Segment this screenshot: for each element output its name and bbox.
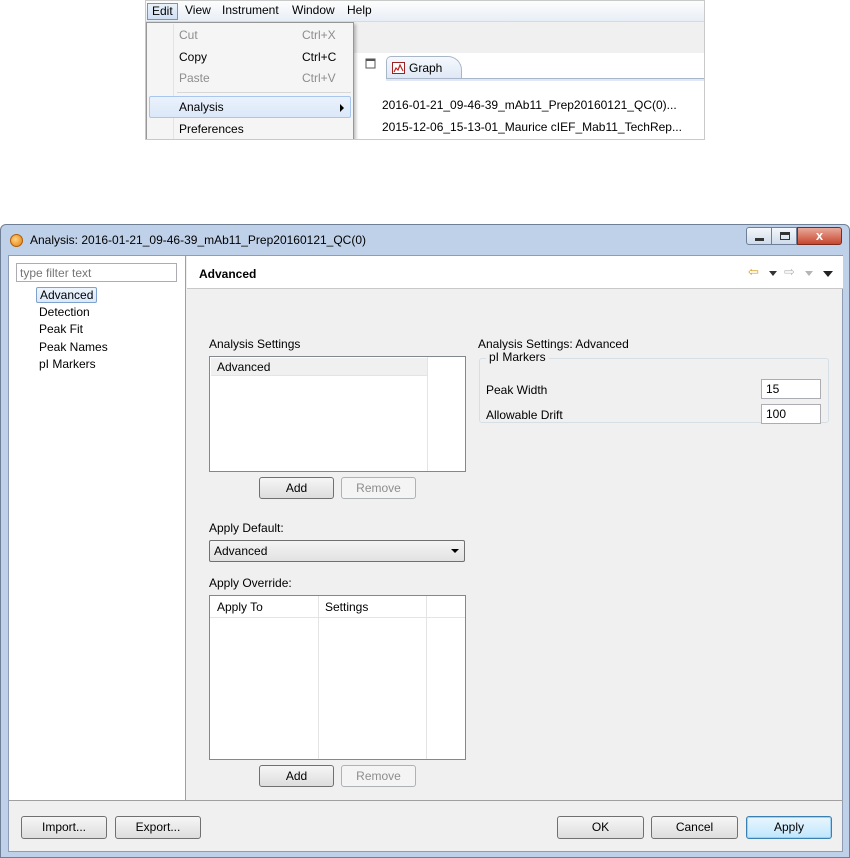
menu-item-label: Preferences xyxy=(179,122,244,136)
preference-tree-pane: Advanced Detection Peak Fit Peak Names p… xyxy=(9,256,186,800)
filter-input[interactable] xyxy=(16,263,177,282)
export-button[interactable]: Export... xyxy=(115,816,201,839)
list-column-divider xyxy=(427,357,428,471)
menu-item-label: Copy xyxy=(179,50,208,64)
pi-markers-group-title: pI Markers xyxy=(486,350,549,364)
column-header-apply-to[interactable]: Apply To xyxy=(210,596,318,618)
list-item[interactable]: Advanced xyxy=(211,358,427,376)
tab-graph-label: Graph xyxy=(409,61,443,75)
dialog-client-area: Advanced Detection Peak Fit Peak Names p… xyxy=(8,255,843,852)
dialog-titlebar[interactable]: Analysis: 2016-01-21_09-46-39_mAb11_Prep… xyxy=(1,225,849,255)
submenu-item-analysis-1[interactable]: 2016-01-21_09-46-39_mAb11_Prep20160121_Q… xyxy=(382,94,677,116)
preference-page: Advanced ⇦ ⇨ Analysis Settings Advanced … xyxy=(187,256,843,800)
menu-item-label: Paste xyxy=(179,71,210,85)
tab-strip xyxy=(386,78,704,81)
back-arrow-icon[interactable]: ⇦ xyxy=(748,265,762,278)
menu-separator xyxy=(177,92,351,93)
maximize-button[interactable] xyxy=(771,227,797,245)
page-header: Advanced ⇦ ⇨ xyxy=(187,256,843,289)
apply-button[interactable]: Apply xyxy=(746,816,832,839)
footer-separator xyxy=(9,800,843,801)
forward-history-dropdown-icon[interactable] xyxy=(805,271,813,276)
apply-default-label: Apply Default: xyxy=(209,521,284,535)
edit-menu-dropdown: Cut Ctrl+X Copy Ctrl+C Paste Ctrl+V Anal… xyxy=(146,22,354,139)
peak-width-label: Peak Width xyxy=(486,383,548,397)
app-icon xyxy=(10,234,23,247)
view-menu-icon[interactable] xyxy=(823,271,833,277)
menu-item-cut[interactable]: Cut Ctrl+X xyxy=(149,24,351,46)
menu-screenshot: Edit View Instrument Window Help Graph C… xyxy=(145,0,705,140)
advanced-settings-label: Analysis Settings: Advanced xyxy=(478,337,629,351)
menu-help[interactable]: Help xyxy=(343,3,376,20)
column-header-filler xyxy=(426,596,465,618)
dialog-title: Analysis: 2016-01-21_09-46-39_mAb11_Prep… xyxy=(30,233,366,247)
tree-item-pi-markers[interactable]: pI Markers xyxy=(36,356,99,372)
submenu-arrow-icon xyxy=(340,104,344,112)
menu-window[interactable]: Window xyxy=(288,3,339,20)
menu-item-paste[interactable]: Paste Ctrl+V xyxy=(149,67,351,89)
page-title: Advanced xyxy=(199,267,257,281)
apply-default-select[interactable]: Advanced xyxy=(209,540,465,562)
chevron-down-icon xyxy=(451,549,459,553)
tree-item-advanced[interactable]: Advanced xyxy=(36,287,98,303)
tree-item-peak-names[interactable]: Peak Names xyxy=(36,339,111,355)
import-button[interactable]: Import... xyxy=(21,816,107,839)
add-override-button[interactable]: Add xyxy=(259,765,334,787)
apply-override-label: Apply Override: xyxy=(209,576,292,590)
menu-item-copy[interactable]: Copy Ctrl+C xyxy=(149,46,351,68)
back-history-dropdown-icon[interactable] xyxy=(769,271,777,276)
menu-view[interactable]: View xyxy=(181,3,215,20)
tab-graph[interactable]: Graph xyxy=(386,56,462,79)
menu-item-shortcut: Ctrl+C xyxy=(302,50,337,64)
menu-item-shortcut: Ctrl+X xyxy=(302,28,336,42)
tree-item-detection[interactable]: Detection xyxy=(36,304,93,320)
remove-override-button[interactable]: Remove xyxy=(341,765,416,787)
menu-edit[interactable]: Edit xyxy=(147,3,178,20)
forward-arrow-icon[interactable]: ⇨ xyxy=(784,265,798,278)
menu-item-shortcut: Ctrl+V xyxy=(302,71,336,85)
close-button[interactable]: x xyxy=(797,227,842,245)
view-controls[interactable] xyxy=(351,56,379,74)
analysis-settings-list[interactable]: Advanced xyxy=(209,356,466,472)
table-column-divider xyxy=(426,596,427,759)
close-icon: x xyxy=(815,228,824,243)
graph-icon xyxy=(392,62,405,74)
menu-item-preferences[interactable]: Preferences xyxy=(149,118,351,139)
maximize-icon xyxy=(780,232,790,240)
analysis-settings-label: Analysis Settings xyxy=(209,337,301,351)
menubar: Edit View Instrument Window Help xyxy=(146,1,704,22)
add-settings-button[interactable]: Add xyxy=(259,477,334,499)
allowable-drift-label: Allowable Drift xyxy=(486,408,563,422)
remove-settings-button[interactable]: Remove xyxy=(341,477,416,499)
allowable-drift-input[interactable]: 100 xyxy=(761,404,821,424)
cancel-button[interactable]: Cancel xyxy=(651,816,738,839)
menu-instrument[interactable]: Instrument xyxy=(218,3,283,20)
peak-width-input[interactable]: 15 xyxy=(761,379,821,399)
minimize-maximize-icon[interactable] xyxy=(351,56,379,74)
menu-item-label: Cut xyxy=(179,28,198,42)
column-header-settings[interactable]: Settings xyxy=(318,596,426,618)
minimize-icon xyxy=(755,238,764,241)
tree-item-peak-fit[interactable]: Peak Fit xyxy=(36,321,86,337)
menu-item-analysis[interactable]: Analysis xyxy=(149,96,351,118)
menu-item-label: Analysis xyxy=(179,100,224,114)
minimize-button[interactable] xyxy=(746,227,772,245)
ok-button[interactable]: OK xyxy=(557,816,644,839)
apply-default-value: Advanced xyxy=(214,544,268,558)
table-column-divider xyxy=(318,596,319,759)
submenu-item-analysis-2[interactable]: 2015-12-06_15-13-01_Maurice cIEF_Mab11_T… xyxy=(382,116,682,138)
apply-override-table[interactable]: Apply To Settings xyxy=(209,595,466,760)
analysis-dialog: Analysis: 2016-01-21_09-46-39_mAb11_Prep… xyxy=(0,224,850,858)
